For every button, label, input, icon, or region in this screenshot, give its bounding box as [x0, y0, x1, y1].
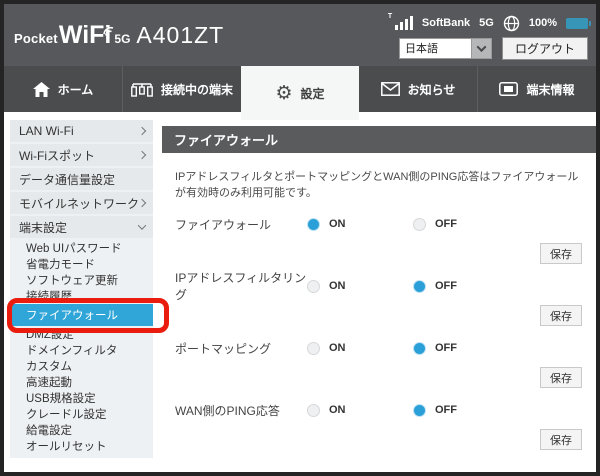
logo-5g: 5G	[114, 32, 130, 46]
sidebar-subitem-power-supply[interactable]: 給電設定	[10, 422, 153, 438]
tab-label: 接続中の端末	[161, 81, 233, 98]
setting-label: IPアドレスフィルタリング	[175, 269, 307, 303]
gear-icon: ⚙	[275, 84, 292, 103]
carrier-label: SoftBank	[422, 17, 470, 29]
sidebar-subitem-webui-password[interactable]: Web UIパスワード	[10, 240, 153, 256]
language-value: 日本語	[399, 38, 471, 59]
save-button[interactable]: 保存	[540, 367, 582, 388]
logo-wifi: WiFi	[59, 21, 112, 50]
setting-row-ip-filter: IPアドレスフィルタリング ON OFF	[162, 276, 596, 296]
chevron-right-icon	[138, 151, 146, 159]
chevron-down-icon	[138, 221, 146, 229]
sidebar-item-data-usage[interactable]: データ通信量設定	[10, 168, 153, 190]
radio-on[interactable]	[307, 280, 320, 293]
wifi-arcs-icon	[102, 14, 115, 43]
sidebar-subitem-power-saving[interactable]: 省電力モード	[10, 256, 153, 272]
sidebar-subitem-cradle[interactable]: クレードル設定	[10, 406, 153, 422]
tab-label: 設定	[301, 85, 325, 102]
firewall-settings-card: ファイアウォール IPアドレスフィルタとポートマッピングとWAN側のPING応答…	[162, 126, 596, 462]
sidebar-item-device-settings[interactable]: 端末設定	[10, 216, 153, 238]
radio-on-label: ON	[329, 218, 346, 230]
tab-label: 端末情報	[526, 81, 574, 98]
radio-off[interactable]	[413, 218, 426, 231]
tab-label: ホーム	[58, 81, 94, 98]
brand-logo: PocketWiFi 5G A401ZT	[14, 21, 224, 50]
tab-device-info[interactable]: 端末情報	[477, 66, 596, 112]
radio-off-label: OFF	[435, 218, 457, 230]
status-bar: T SoftBank 5G 100%	[388, 15, 588, 32]
sidebar: LAN Wi-Fi Wi-Fiスポット データ通信量設定 モバイルネットワーク …	[10, 120, 153, 458]
main-content: ファイアウォール IPアドレスフィルタとポートマッピングとWAN側のPING応答…	[162, 126, 596, 468]
sidebar-subitem-domain-filter[interactable]: ドメインフィルタ	[10, 342, 153, 358]
router-admin-window: PocketWiFi 5G A401ZT T SoftBank 5G 100%	[0, 0, 600, 476]
logo-model: A401ZT	[136, 22, 224, 49]
globe-icon	[503, 15, 520, 32]
setting-label: ファイアウォール	[175, 216, 307, 233]
home-icon	[33, 82, 50, 97]
radio-off[interactable]	[413, 404, 426, 417]
connected-devices-icon	[131, 81, 153, 97]
radio-off-label: OFF	[435, 342, 457, 354]
radio-off[interactable]	[413, 342, 426, 355]
radio-on[interactable]	[307, 342, 320, 355]
radio-off-label: OFF	[435, 280, 457, 292]
device-info-icon	[499, 82, 518, 96]
chevron-right-icon	[138, 127, 146, 135]
radio-off[interactable]	[413, 280, 426, 293]
logout-button[interactable]: ログアウト	[502, 37, 588, 60]
battery-icon	[566, 18, 588, 29]
chevron-down-icon	[477, 42, 487, 52]
header: PocketWiFi 5G A401ZT T SoftBank 5G 100%	[4, 4, 596, 66]
signal-strength-icon: T	[388, 16, 413, 30]
chevron-right-icon	[138, 199, 146, 207]
sidebar-subitem-dmz[interactable]: DMZ設定	[10, 326, 153, 342]
tab-notifications[interactable]: お知らせ	[359, 66, 477, 112]
radio-on[interactable]	[307, 218, 320, 231]
sidebar-item-lan-wifi[interactable]: LAN Wi-Fi	[10, 120, 153, 142]
save-button[interactable]: 保存	[540, 429, 582, 450]
tab-settings[interactable]: ⚙ 設定	[241, 66, 359, 120]
sidebar-subitem-fast-boot[interactable]: 高速起動	[10, 374, 153, 390]
setting-row-firewall: ファイアウォール ON OFF	[162, 214, 596, 234]
sidebar-item-mobile-network[interactable]: モバイルネットワーク	[10, 192, 153, 214]
language-select[interactable]: 日本語	[399, 38, 492, 59]
sidebar-subitem-usb-standard[interactable]: USB規格設定	[10, 390, 153, 406]
sidebar-subitem-connection-history[interactable]: 接続履歴	[10, 288, 153, 304]
save-button[interactable]: 保存	[540, 305, 582, 326]
sidebar-item-wifi-spot[interactable]: Wi-Fiスポット	[10, 144, 153, 166]
sidebar-subitem-firewall[interactable]: ファイアウォール	[10, 304, 153, 326]
tab-connected-devices[interactable]: 接続中の端末	[122, 66, 241, 112]
setting-row-port-mapping: ポートマッピング ON OFF	[162, 338, 596, 358]
radio-on[interactable]	[307, 404, 320, 417]
sidebar-subitem-software-update[interactable]: ソフトウェア更新	[10, 272, 153, 288]
body-area: LAN Wi-Fi Wi-Fiスポット データ通信量設定 モバイルネットワーク …	[4, 112, 596, 468]
main-nav: ホーム 接続中の端末 ⚙ 設定 お知らせ 端末情報	[4, 66, 596, 112]
tab-home[interactable]: ホーム	[4, 66, 122, 112]
setting-label: ポートマッピング	[175, 340, 307, 357]
firewall-description: IPアドレスフィルタとポートマッピングとWAN側のPING応答はファイアウォール…	[162, 153, 596, 202]
radio-on-label: ON	[329, 342, 346, 354]
sidebar-subitem-all-reset[interactable]: オールリセット	[10, 438, 153, 454]
network-type-label: 5G	[479, 17, 494, 29]
setting-label: WAN側のPING応答	[175, 402, 307, 419]
radio-off-label: OFF	[435, 404, 457, 416]
mail-icon	[381, 82, 400, 96]
battery-percent-label: 100%	[529, 17, 557, 29]
page-title: ファイアウォール	[162, 126, 596, 153]
logo-pocket: Pocket	[14, 31, 58, 46]
tab-label: お知らせ	[408, 81, 456, 98]
sidebar-subitem-custom[interactable]: カスタム	[10, 358, 153, 374]
save-button[interactable]: 保存	[540, 243, 582, 264]
radio-on-label: ON	[329, 404, 346, 416]
setting-row-wan-ping: WAN側のPING応答 ON OFF	[162, 400, 596, 420]
radio-on-label: ON	[329, 280, 346, 292]
language-dropdown-button[interactable]	[471, 38, 492, 59]
